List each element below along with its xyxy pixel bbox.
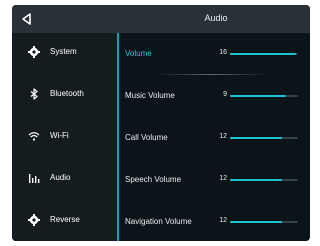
slider-fill — [230, 137, 283, 139]
sidebar-item-wifi[interactable]: Wi-Fi — [12, 117, 117, 157]
navigation-volume-row[interactable]: Navigation Volume 12 — [119, 201, 310, 241]
sidebar-item-label: Bluetooth — [50, 89, 84, 98]
volume-label: Music Volume — [125, 91, 175, 100]
volume-label: Navigation Volume — [125, 217, 192, 226]
music-volume-slider[interactable] — [230, 95, 298, 97]
speech-volume-row[interactable]: Speech Volume 12 — [119, 159, 310, 201]
gear-icon — [28, 46, 40, 58]
top-bar: Audio — [12, 5, 310, 33]
sidebar-item-label: Reverse — [50, 215, 80, 224]
back-arrow-icon[interactable] — [20, 12, 34, 26]
gear-icon — [28, 214, 40, 226]
volume-label: Volume — [125, 49, 152, 58]
slider-fill — [230, 95, 286, 97]
music-volume-row[interactable]: Music Volume 9 — [119, 75, 310, 117]
volume-value: 12 — [219, 175, 227, 182]
slider-fill — [230, 179, 283, 181]
speech-volume-slider[interactable] — [230, 179, 298, 181]
call-volume-slider[interactable] — [230, 137, 298, 139]
volume-list: Volume 16 Music Volume 9 Call Volume 12 … — [119, 33, 310, 241]
sidebar: System Bluetooth Wi-Fi Audio Reverse — [12, 33, 117, 241]
navigation-volume-slider[interactable] — [230, 221, 298, 223]
sidebar-item-audio[interactable]: Audio — [12, 159, 117, 199]
volume-value: 12 — [219, 133, 227, 140]
volume-slider[interactable] — [230, 53, 298, 55]
sidebar-item-label: Wi-Fi — [50, 131, 69, 140]
volume-row[interactable]: Volume 16 — [119, 33, 310, 75]
slider-fill — [230, 53, 296, 55]
wifi-icon — [28, 132, 40, 141]
volume-value: 9 — [223, 91, 227, 98]
sidebar-item-system[interactable]: System — [12, 33, 117, 73]
equalizer-icon — [29, 174, 40, 183]
volume-label: Call Volume — [125, 133, 168, 142]
sidebar-item-reverse[interactable]: Reverse — [12, 201, 117, 241]
call-volume-row[interactable]: Call Volume 12 — [119, 117, 310, 159]
sidebar-item-bluetooth[interactable]: Bluetooth — [12, 75, 117, 115]
bluetooth-icon — [30, 88, 38, 100]
volume-value: 12 — [219, 217, 227, 224]
page-title: Audio — [204, 13, 228, 23]
sidebar-item-label: Audio — [50, 173, 71, 182]
sidebar-item-label: System — [50, 47, 77, 56]
slider-fill — [230, 221, 283, 223]
volume-label: Speech Volume — [125, 175, 182, 184]
volume-value: 16 — [219, 49, 227, 56]
settings-window: Audio System Bluetooth Wi-Fi Audio Rever… — [12, 5, 310, 241]
